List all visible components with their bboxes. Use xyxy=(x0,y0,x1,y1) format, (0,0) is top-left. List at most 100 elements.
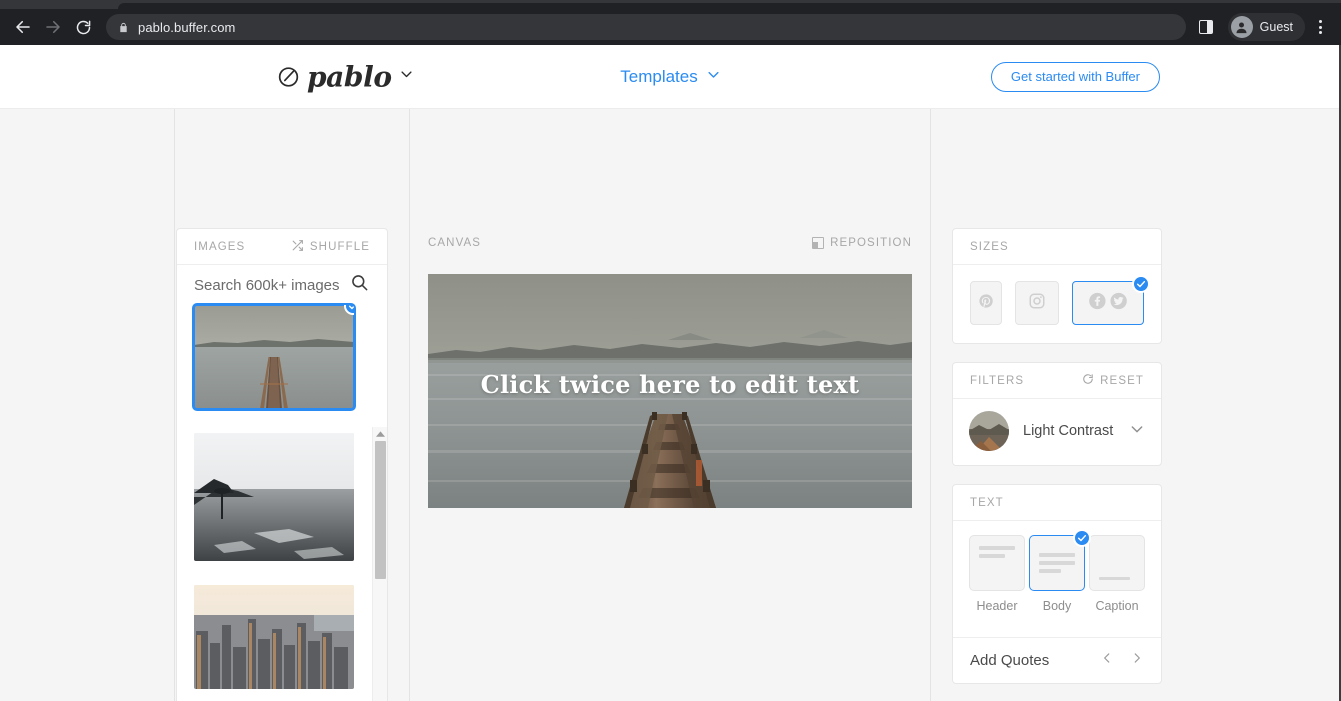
reposition-button[interactable]: REPOSITION xyxy=(812,237,912,249)
browser-toolbar: pablo.buffer.com Guest xyxy=(0,9,1341,45)
lock-icon xyxy=(118,21,129,34)
canvas-caption-text[interactable]: Click twice here to edit text xyxy=(428,370,912,399)
text-option-body-label: Body xyxy=(1042,599,1072,613)
add-quotes-label[interactable]: Add Quotes xyxy=(970,652,1049,669)
instagram-icon xyxy=(1028,292,1046,315)
size-option-instagram[interactable] xyxy=(1015,281,1059,325)
search-input[interactable] xyxy=(194,276,344,294)
scrollbar-thumb[interactable] xyxy=(375,441,386,579)
images-scrollbar[interactable] xyxy=(372,427,387,701)
text-option-body[interactable]: Body xyxy=(1029,529,1091,613)
image-thumbnail-black-and-white-beach-surfer[interactable] xyxy=(194,433,354,561)
kebab-menu-icon xyxy=(1318,18,1322,35)
sizes-panel: SIZES xyxy=(952,228,1162,344)
address-bar[interactable]: pablo.buffer.com xyxy=(106,14,1186,40)
templates-menu[interactable]: Templates xyxy=(581,67,761,87)
images-panel-header: IMAGES SHUFFLE xyxy=(177,229,387,265)
text-option-body-tile[interactable] xyxy=(1029,529,1091,591)
tile-line xyxy=(979,554,1005,558)
reposition-label: REPOSITION xyxy=(830,237,912,249)
pinterest-icon xyxy=(978,293,994,314)
side-panel-button[interactable] xyxy=(1192,12,1220,42)
images-title: IMAGES xyxy=(194,240,246,253)
shuffle-label: SHUFFLE xyxy=(309,240,370,253)
tile-line xyxy=(979,546,1015,550)
text-option-header-tile[interactable] xyxy=(969,535,1025,591)
sizes-title: SIZES xyxy=(970,240,1009,253)
canvas-preview[interactable]: . Click twice here to edit text xyxy=(428,274,912,508)
text-option-header-label: Header xyxy=(976,599,1018,613)
tile-line xyxy=(1099,577,1130,580)
canvas-header: CANVAS REPOSITION xyxy=(428,237,912,249)
back-arrow-icon xyxy=(14,18,32,36)
app-header: pablo Templates Get started with Buffer xyxy=(0,45,1341,109)
canvas-title: CANVAS xyxy=(428,237,482,249)
text-option-caption-tile[interactable] xyxy=(1089,535,1145,591)
filters-panel-header: FILTERS RESET xyxy=(953,363,1161,399)
browser-menu-button[interactable] xyxy=(1307,12,1333,42)
filter-thumb-art xyxy=(969,411,1009,451)
image-thumbnail-list[interactable] xyxy=(177,303,387,701)
canvas-divider xyxy=(409,109,410,701)
facebook-twitter-icon xyxy=(1088,292,1128,315)
filters-reset-button[interactable]: RESET xyxy=(1082,373,1144,388)
selected-check-icon xyxy=(1132,275,1150,293)
left-divider xyxy=(174,109,175,701)
size-option-pinterest[interactable] xyxy=(970,281,1002,325)
url-text: pablo.buffer.com xyxy=(138,19,236,35)
reset-icon xyxy=(1082,373,1094,388)
filter-name: Light Contrast xyxy=(1023,423,1114,439)
get-started-button[interactable]: Get started with Buffer xyxy=(990,61,1160,92)
profile-label: Guest xyxy=(1259,20,1293,34)
side-panel-icon xyxy=(1198,20,1213,34)
thumb-art-city-skyline xyxy=(194,585,354,689)
thumb-art-lake-pier xyxy=(194,305,354,409)
filters-reset-label: RESET xyxy=(1100,374,1144,387)
profile-button[interactable]: Guest xyxy=(1227,13,1305,41)
toolbar-right-actions: Guest xyxy=(1192,12,1333,42)
forward-button[interactable] xyxy=(38,12,68,42)
selected-check-icon xyxy=(1073,529,1091,547)
reload-button[interactable] xyxy=(68,12,98,42)
tile-line xyxy=(1039,553,1075,557)
sizes-options xyxy=(953,265,1161,343)
chevron-down-icon xyxy=(706,67,721,87)
page-root: pablo Templates Get started with Buffer … xyxy=(0,45,1341,701)
workspace: IMAGES SHUFFLE Search 600k+ images CANVA… xyxy=(0,109,1341,701)
chevron-down-icon xyxy=(399,67,414,87)
text-options: Header Body Caption xyxy=(953,521,1161,623)
images-panel: IMAGES SHUFFLE xyxy=(176,228,388,701)
image-thumbnail-lake-pier-dock[interactable] xyxy=(192,303,356,411)
search-icon[interactable] xyxy=(350,273,369,297)
browser-tab-strip[interactable] xyxy=(0,0,1341,9)
pablo-logo-icon xyxy=(277,65,300,88)
sizes-panel-header: SIZES xyxy=(953,229,1161,265)
chevron-down-icon[interactable] xyxy=(1129,421,1145,442)
text-title: TEXT xyxy=(970,496,1004,509)
tile-line xyxy=(1039,561,1075,565)
rail-divider xyxy=(930,109,931,701)
filter-selector[interactable]: Light Contrast xyxy=(953,399,1161,465)
avatar-icon xyxy=(1230,16,1253,38)
brand-name: pablo xyxy=(307,60,392,93)
size-option-facebook-twitter[interactable] xyxy=(1072,275,1150,325)
shuffle-icon xyxy=(291,239,304,255)
shuffle-button[interactable]: SHUFFLE xyxy=(291,239,370,255)
back-button[interactable] xyxy=(8,12,38,42)
chevron-right-icon[interactable] xyxy=(1130,650,1144,671)
chevron-left-icon[interactable] xyxy=(1100,650,1114,671)
image-thumbnail-city-skyline-aerial[interactable] xyxy=(194,585,354,689)
filters-title: FILTERS xyxy=(970,374,1025,387)
scroll-up-arrow-icon[interactable] xyxy=(373,427,387,441)
forward-arrow-icon xyxy=(44,18,62,36)
text-option-caption[interactable]: Caption xyxy=(1089,535,1145,613)
brand-menu[interactable]: pablo xyxy=(277,60,414,93)
tile-line xyxy=(1039,569,1062,573)
editor-rail: SIZES FILTERS RESET Light Contrast TEXT … xyxy=(952,228,1162,701)
text-option-header[interactable]: Header xyxy=(969,535,1025,613)
reload-icon xyxy=(75,19,92,36)
templates-label: Templates xyxy=(620,66,698,86)
quotes-pager xyxy=(1100,650,1144,671)
reposition-icon xyxy=(812,237,825,249)
text-option-caption-label: Caption xyxy=(1095,599,1139,613)
